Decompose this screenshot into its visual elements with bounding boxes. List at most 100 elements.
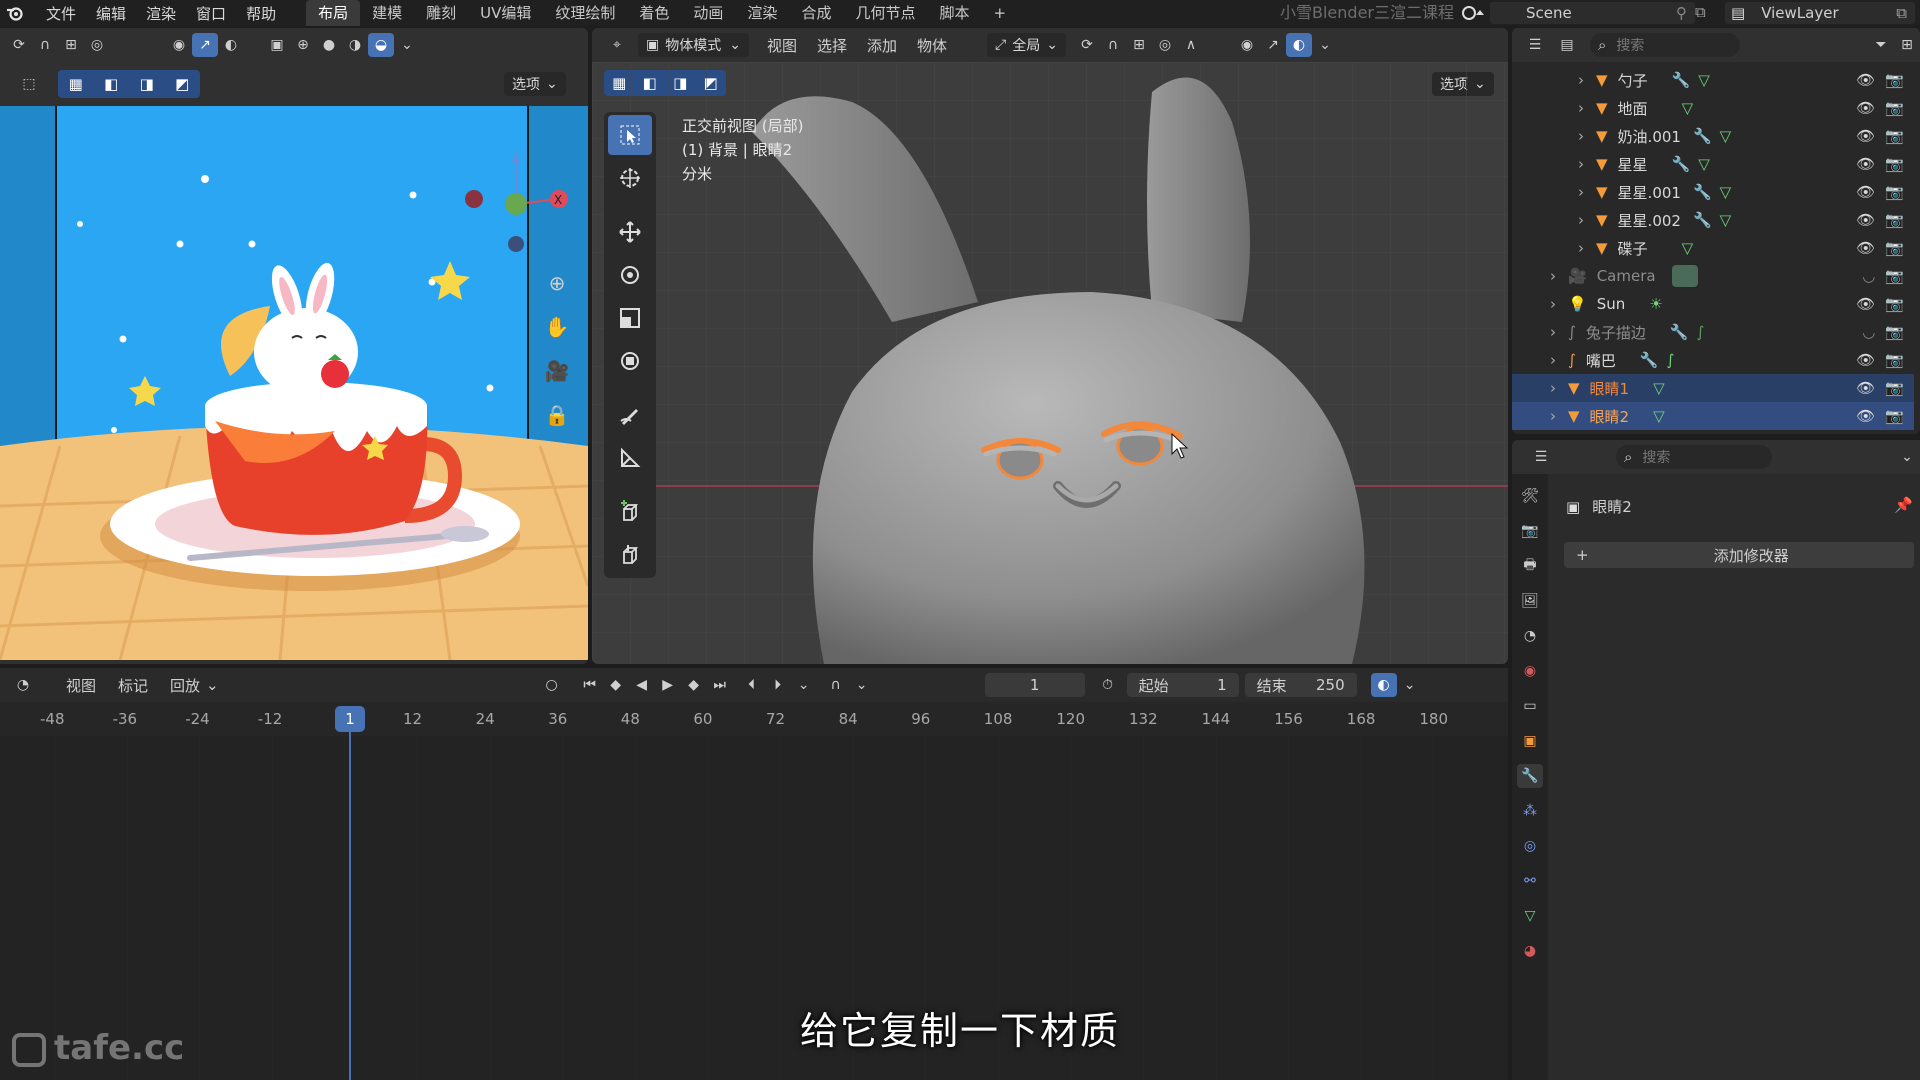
- outliner-row[interactable]: › ▼ 眼睛1 ▽ 👁 📷: [1512, 374, 1914, 402]
- timeline-menu-marker[interactable]: 标记: [118, 675, 148, 696]
- expand-arrow-icon[interactable]: ›: [1578, 71, 1584, 89]
- modifier-tab-icon[interactable]: 🔧: [1517, 764, 1543, 788]
- gizmo-icon[interactable]: ↗: [1260, 33, 1286, 57]
- new-view-layer-icon[interactable]: ⧉: [1896, 4, 1907, 22]
- visibility-eye-icon[interactable]: 👁: [1856, 211, 1875, 229]
- constraints-tab-icon[interactable]: ⚯: [1517, 869, 1543, 893]
- visibility-eye-icon[interactable]: 👁: [1856, 71, 1875, 89]
- prev-frame-icon[interactable]: ⏴: [739, 673, 765, 697]
- expand-arrow-icon[interactable]: ›: [1550, 295, 1556, 313]
- material-shading-icon[interactable]: ◑: [342, 33, 368, 57]
- scene-type-icon[interactable]: [1460, 3, 1488, 27]
- outliner-row[interactable]: › ▼ 地面 ▽ 👁 📷: [1512, 94, 1914, 122]
- tab-scripting[interactable]: 脚本: [927, 0, 981, 26]
- blender-logo-icon[interactable]: [0, 0, 30, 26]
- expand-arrow-icon[interactable]: ›: [1578, 211, 1584, 229]
- render-camera-icon[interactable]: 📷: [1885, 295, 1904, 313]
- menu-render[interactable]: 渲染: [136, 3, 186, 24]
- add-cube-tool[interactable]: [608, 492, 652, 532]
- render-camera-icon[interactable]: 📷: [1885, 239, 1904, 257]
- jump-end-icon[interactable]: ⏭: [707, 673, 733, 697]
- view-layer-selector[interactable]: ▤ ViewLayer ⧉: [1725, 2, 1915, 24]
- properties-editor-icon[interactable]: ☰: [1528, 445, 1554, 469]
- material-tab-icon[interactable]: ◕: [1517, 939, 1543, 963]
- auto-keying-icon[interactable]: ∩: [823, 673, 849, 697]
- render-camera-icon[interactable]: 📷: [1885, 267, 1904, 285]
- left-options-dropdown[interactable]: 选项 ⌄: [504, 72, 566, 96]
- tab-animation[interactable]: 动画: [681, 0, 735, 26]
- overlay-icon[interactable]: ◐: [1285, 33, 1312, 57]
- proportional-editing-icon[interactable]: ◎: [1152, 33, 1178, 57]
- pivot-point-icon[interactable]: ⟳: [1074, 33, 1100, 57]
- rendered-shading-icon[interactable]: ◒: [368, 33, 394, 57]
- select-subtract-icon[interactable]: ◨: [140, 75, 154, 93]
- outliner-row[interactable]: › ▼ 勺子 🔧 ▽ 👁 📷: [1512, 66, 1914, 94]
- outliner-row[interactable]: › ▼ 碟子 ▽ 👁 📷: [1512, 234, 1914, 262]
- pin-icon[interactable]: 📌: [1894, 496, 1913, 514]
- hidden-eye-icon[interactable]: ◡: [1862, 267, 1875, 285]
- visibility-eye-icon[interactable]: 👁: [1856, 239, 1875, 257]
- view-layer-tab-icon[interactable]: 🖼: [1517, 589, 1543, 613]
- annotate-tool[interactable]: [608, 395, 652, 435]
- visibility-eye-icon[interactable]: 👁: [1856, 351, 1875, 369]
- snap-grid-icon[interactable]: ⊞: [58, 33, 84, 57]
- menu-file[interactable]: 文件: [36, 3, 86, 24]
- scale-tool[interactable]: [608, 298, 652, 338]
- transform-orientation-dropdown[interactable]: ⤢ 全局 ⌄: [987, 33, 1066, 57]
- expand-arrow-icon[interactable]: ›: [1550, 323, 1556, 341]
- play-reverse-icon[interactable]: ◀: [629, 673, 655, 697]
- render-camera-icon[interactable]: 📷: [1885, 99, 1904, 117]
- expand-arrow-icon[interactable]: ›: [1550, 267, 1556, 285]
- add-modifier-button[interactable]: + 添加修改器: [1564, 542, 1914, 568]
- render-camera-icon[interactable]: 📷: [1885, 351, 1904, 369]
- render-camera-icon[interactable]: 📷: [1885, 379, 1904, 397]
- scene-selector[interactable]: Scene ⚲: [1490, 2, 1695, 24]
- next-frame-icon[interactable]: ⏵: [765, 673, 791, 697]
- transform-pivot-icon[interactable]: ⟳: [6, 33, 32, 57]
- select-box-modes[interactable]: ▦ ◧ ◨ ◩: [58, 70, 200, 98]
- timeline-menu-playback[interactable]: 回放: [170, 675, 200, 696]
- chevron-down-icon[interactable]: ⌄: [1894, 445, 1920, 469]
- tab-compositing[interactable]: 合成: [789, 0, 843, 26]
- shading-dropdown-icon[interactable]: ⌄: [394, 33, 420, 57]
- lock-icon[interactable]: 🔒: [540, 398, 574, 432]
- visibility-eye-icon[interactable]: 👁: [1856, 127, 1875, 145]
- visibility-eye-icon[interactable]: 👁: [1856, 155, 1875, 173]
- menu-help[interactable]: 帮助: [236, 3, 286, 24]
- expand-arrow-icon[interactable]: ›: [1578, 239, 1584, 257]
- display-mode-icon[interactable]: ▤: [1554, 33, 1580, 57]
- output-tab-icon[interactable]: 🖶: [1517, 554, 1543, 578]
- chevron-down-icon[interactable]: ⌄: [791, 673, 817, 697]
- menu-view[interactable]: 视图: [767, 35, 797, 56]
- outliner-row[interactable]: › ▼ 星星 🔧 ▽ 👁 📷: [1512, 150, 1914, 178]
- expand-arrow-icon[interactable]: ›: [1578, 183, 1584, 201]
- tab-texture-paint[interactable]: 纹理绘制: [543, 0, 627, 26]
- visibility-eye-icon[interactable]: 👁: [1856, 379, 1875, 397]
- select-invert-icon[interactable]: ◩: [175, 75, 189, 93]
- mode-dropdown[interactable]: ▣ 物体模式 ⌄: [638, 33, 749, 57]
- playhead-frame[interactable]: 1: [335, 706, 365, 732]
- outliner-search-input[interactable]: ⌕ 搜索: [1590, 33, 1740, 57]
- render-camera-icon[interactable]: 📷: [1885, 211, 1904, 229]
- visibility-eye-icon[interactable]: 👁: [1856, 183, 1875, 201]
- filter-icon[interactable]: ⏷: [1868, 33, 1894, 57]
- sync-overlay-icon[interactable]: ◐: [1370, 673, 1397, 697]
- visibility-icon[interactable]: ◉: [166, 33, 192, 57]
- new-collection-icon[interactable]: ⊞: [1894, 33, 1920, 57]
- outliner-row[interactable]: › ∫ 嘴巴 🔧 ∫ 👁 📷: [1512, 346, 1914, 374]
- jump-start-icon[interactable]: ⏮: [577, 673, 603, 697]
- outliner-row[interactable]: › 🎥 Camera ◡ 📷: [1512, 262, 1914, 290]
- outliner-row[interactable]: › ▼ 奶油.001 🔧 ▽ 👁 📷: [1512, 122, 1914, 150]
- menu-add[interactable]: 添加: [867, 35, 897, 56]
- expand-arrow-icon[interactable]: ›: [1578, 99, 1584, 117]
- timeline-menu-view[interactable]: 视图: [66, 675, 96, 696]
- falloff-icon[interactable]: ∧: [1178, 33, 1204, 57]
- start-frame-field[interactable]: 起始 1: [1126, 673, 1239, 697]
- navigation-gizmo[interactable]: Z X: [464, 144, 574, 254]
- current-frame-field[interactable]: 1: [984, 673, 1085, 697]
- add-workspace-icon[interactable]: +: [981, 0, 1018, 26]
- expand-arrow-icon[interactable]: ›: [1578, 155, 1584, 173]
- camera-view-icon[interactable]: 🎥: [540, 354, 574, 388]
- render-camera-icon[interactable]: 📷: [1885, 155, 1904, 173]
- render-camera-icon[interactable]: 📷: [1885, 71, 1904, 89]
